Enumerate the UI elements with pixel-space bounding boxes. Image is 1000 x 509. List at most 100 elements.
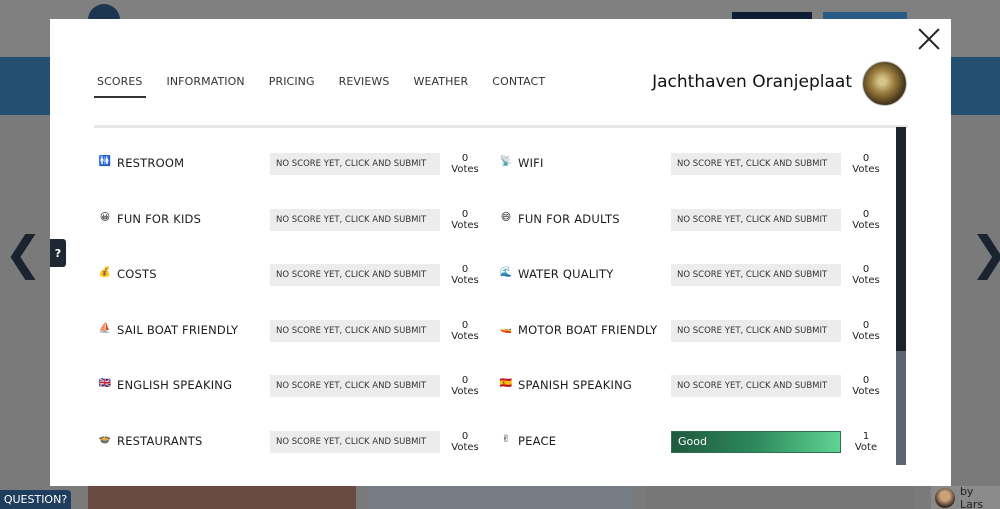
background-card-3 — [646, 486, 914, 509]
score-item: 😀 FUN FOR KIDS NO SCORE YET, CLICK AND SUB… — [94, 205, 484, 235]
score-item: 😄 FUN FOR ADULTS NO SCORE YET, CLICK AND S… — [495, 205, 885, 235]
submit-score-button[interactable]: NO SCORE YET, CLICK AND SUBMIT — [270, 208, 440, 231]
submit-score-button[interactable]: NO SCORE YET, CLICK AND SUBMIT — [671, 319, 841, 342]
score-item: 🚻 RESTROOM NO SCORE YET, CLICK AND SUBMIT 0… — [94, 149, 484, 179]
score-item: ⛵ SAIL BOAT FRIENDLY NO SCORE YET, CLICK A… — [94, 316, 484, 346]
score-label: ENGLISH SPEAKING — [117, 378, 233, 392]
vote-unit: Votes — [451, 275, 479, 286]
score-label: WATER QUALITY — [518, 267, 614, 281]
score-rating-bar[interactable]: Good — [671, 430, 841, 453]
vote-count: 0 Votes — [448, 264, 482, 286]
score-row: 💰 COSTS NO SCORE YET, CLICK AND SUBMIT 0 Vot… — [94, 260, 884, 290]
submit-score-button[interactable]: NO SCORE YET, CLICK AND SUBMIT — [671, 208, 841, 231]
score-row: ⛵ SAIL BOAT FRIENDLY NO SCORE YET, CLICK A… — [94, 316, 884, 346]
submit-score-button[interactable]: NO SCORE YET, CLICK AND SUBMIT — [671, 375, 841, 397]
submit-score-button[interactable]: NO SCORE YET, CLICK AND SUBMIT — [270, 153, 440, 175]
submit-score-button[interactable]: NO SCORE YET, CLICK AND SUBMIT — [270, 430, 440, 453]
next-arrow-icon[interactable]: ❯ — [970, 230, 1000, 276]
score-label: FUN FOR KIDS — [117, 211, 202, 226]
scrollbar-thumb[interactable] — [896, 127, 906, 351]
spanish-flag-icon: 🇪🇸 — [499, 378, 513, 389]
score-label: SAIL BOAT FRIENDLY — [117, 322, 239, 337]
tab-weather[interactable]: WEATHER — [411, 75, 472, 98]
submit-score-button[interactable]: NO SCORE YET, CLICK AND SUBMIT — [671, 264, 841, 286]
vote-number: 1 — [862, 430, 870, 442]
score-row: 😀 FUN FOR KIDS NO SCORE YET, CLICK AND SUB… — [94, 205, 884, 235]
marina-modal: SCORES INFORMATION PRICING REVIEWS WEATH… — [50, 19, 951, 486]
vote-unit: Vote — [854, 441, 878, 453]
score-label: RESTROOM — [117, 156, 185, 170]
vote-unit: Votes — [852, 164, 880, 175]
vote-count: 0 Votes — [849, 153, 883, 175]
score-row: 🚻 RESTROOM NO SCORE YET, CLICK AND SUBMIT 0… — [94, 149, 884, 179]
vote-number: 0 — [461, 153, 469, 164]
score-item: 🇪🇸 SPANISH SPEAKING NO SCORE YET, CLICK AN… — [495, 371, 885, 401]
vote-unit: Votes — [451, 386, 479, 397]
vote-count: 0 Votes — [448, 209, 482, 231]
help-tab[interactable]: ? — [50, 239, 66, 267]
tab-scores[interactable]: SCORES — [94, 75, 146, 98]
credit-badge[interactable]: by Lars — [931, 484, 1000, 509]
vote-unit: Votes — [451, 441, 479, 453]
vote-count: 0 Votes — [849, 375, 883, 397]
score-item: 🇬🇧 ENGLISH SPEAKING NO SCORE YET, CLICK AN… — [94, 371, 484, 401]
tab-pricing[interactable]: PRICING — [266, 75, 318, 98]
score-item: 🍲 RESTAURANTS NO SCORE YET, CLICK AND SUBM… — [94, 427, 484, 457]
credit-label: by Lars — [959, 484, 984, 509]
sailboat-icon: ⛵ — [98, 322, 112, 334]
marina-title: Jachthaven Oranjeplaat — [652, 72, 852, 92]
background-card-2 — [367, 486, 635, 509]
background-card-1 — [88, 486, 356, 509]
vote-number: 0 — [862, 208, 870, 220]
vote-count: 0 Votes — [448, 431, 482, 453]
modal-tabs: SCORES INFORMATION PRICING REVIEWS WEATH… — [94, 75, 566, 98]
score-label: RESTAURANTS — [117, 433, 203, 448]
vote-unit: Votes — [451, 330, 479, 342]
vote-number: 0 — [461, 208, 469, 220]
vote-unit: Votes — [852, 219, 880, 231]
restroom-icon: 🚻 — [98, 156, 112, 167]
vote-count: 0 Votes — [849, 264, 883, 286]
grin-icon: 😄 — [500, 211, 512, 223]
vote-unit: Votes — [451, 219, 479, 231]
close-icon[interactable] — [917, 27, 941, 51]
submit-score-button[interactable]: NO SCORE YET, CLICK AND SUBMIT — [270, 264, 440, 286]
score-row: 🇬🇧 ENGLISH SPEAKING NO SCORE YET, CLICK AN… — [94, 371, 884, 401]
score-item: 📡 WIFI NO SCORE YET, CLICK AND SUBMIT 0 Vote… — [495, 149, 885, 179]
vote-number: 0 — [461, 319, 469, 331]
vote-count: 1 Vote — [849, 431, 883, 453]
submit-score-button[interactable]: NO SCORE YET, CLICK AND SUBMIT — [671, 153, 841, 175]
submit-score-button[interactable]: NO SCORE YET, CLICK AND SUBMIT — [270, 319, 440, 342]
tab-reviews[interactable]: REVIEWS — [336, 75, 393, 98]
vote-number: 0 — [461, 430, 469, 442]
score-label: SPANISH SPEAKING — [518, 378, 632, 392]
tab-information[interactable]: INFORMATION — [164, 75, 248, 98]
score-label: MOTOR BOAT FRIENDLY — [518, 322, 658, 337]
english-flag-icon: 🇬🇧 — [98, 378, 112, 389]
score-item: 🌊 WATER QUALITY NO SCORE YET, CLICK AND SU… — [495, 260, 885, 290]
vote-number: 0 — [862, 375, 870, 386]
previous-arrow-icon[interactable]: ❮ — [4, 230, 43, 276]
score-row: 🍲 RESTAURANTS NO SCORE YET, CLICK AND SUBM… — [94, 427, 884, 457]
score-item: ✌ PEACE Good 1 Vote — [495, 427, 885, 457]
marina-avatar — [862, 61, 907, 106]
tab-divider — [94, 125, 908, 128]
wifi-icon: 📡 — [499, 156, 513, 167]
score-label: FUN FOR ADULTS — [518, 211, 620, 226]
money-bag-icon: 💰 — [98, 267, 112, 278]
background-button-blue — [823, 12, 907, 19]
score-label: PEACE — [518, 433, 557, 448]
motorboat-icon: 🚤 — [499, 322, 513, 334]
vote-number: 0 — [862, 264, 870, 275]
score-label: COSTS — [117, 267, 157, 281]
tab-contact[interactable]: CONTACT — [489, 75, 548, 98]
vote-count: 0 Votes — [849, 209, 883, 231]
submit-score-button[interactable]: NO SCORE YET, CLICK AND SUBMIT — [270, 375, 440, 397]
vote-count: 0 Votes — [448, 153, 482, 175]
question-button[interactable]: QUESTION? — [0, 490, 71, 509]
author-avatar — [935, 487, 955, 508]
vote-unit: Votes — [852, 330, 880, 342]
vote-number: 0 — [862, 319, 870, 331]
vote-number: 0 — [862, 153, 870, 164]
score-item: 🚤 MOTOR BOAT FRIENDLY NO SCORE YET, CLICK … — [495, 316, 885, 346]
